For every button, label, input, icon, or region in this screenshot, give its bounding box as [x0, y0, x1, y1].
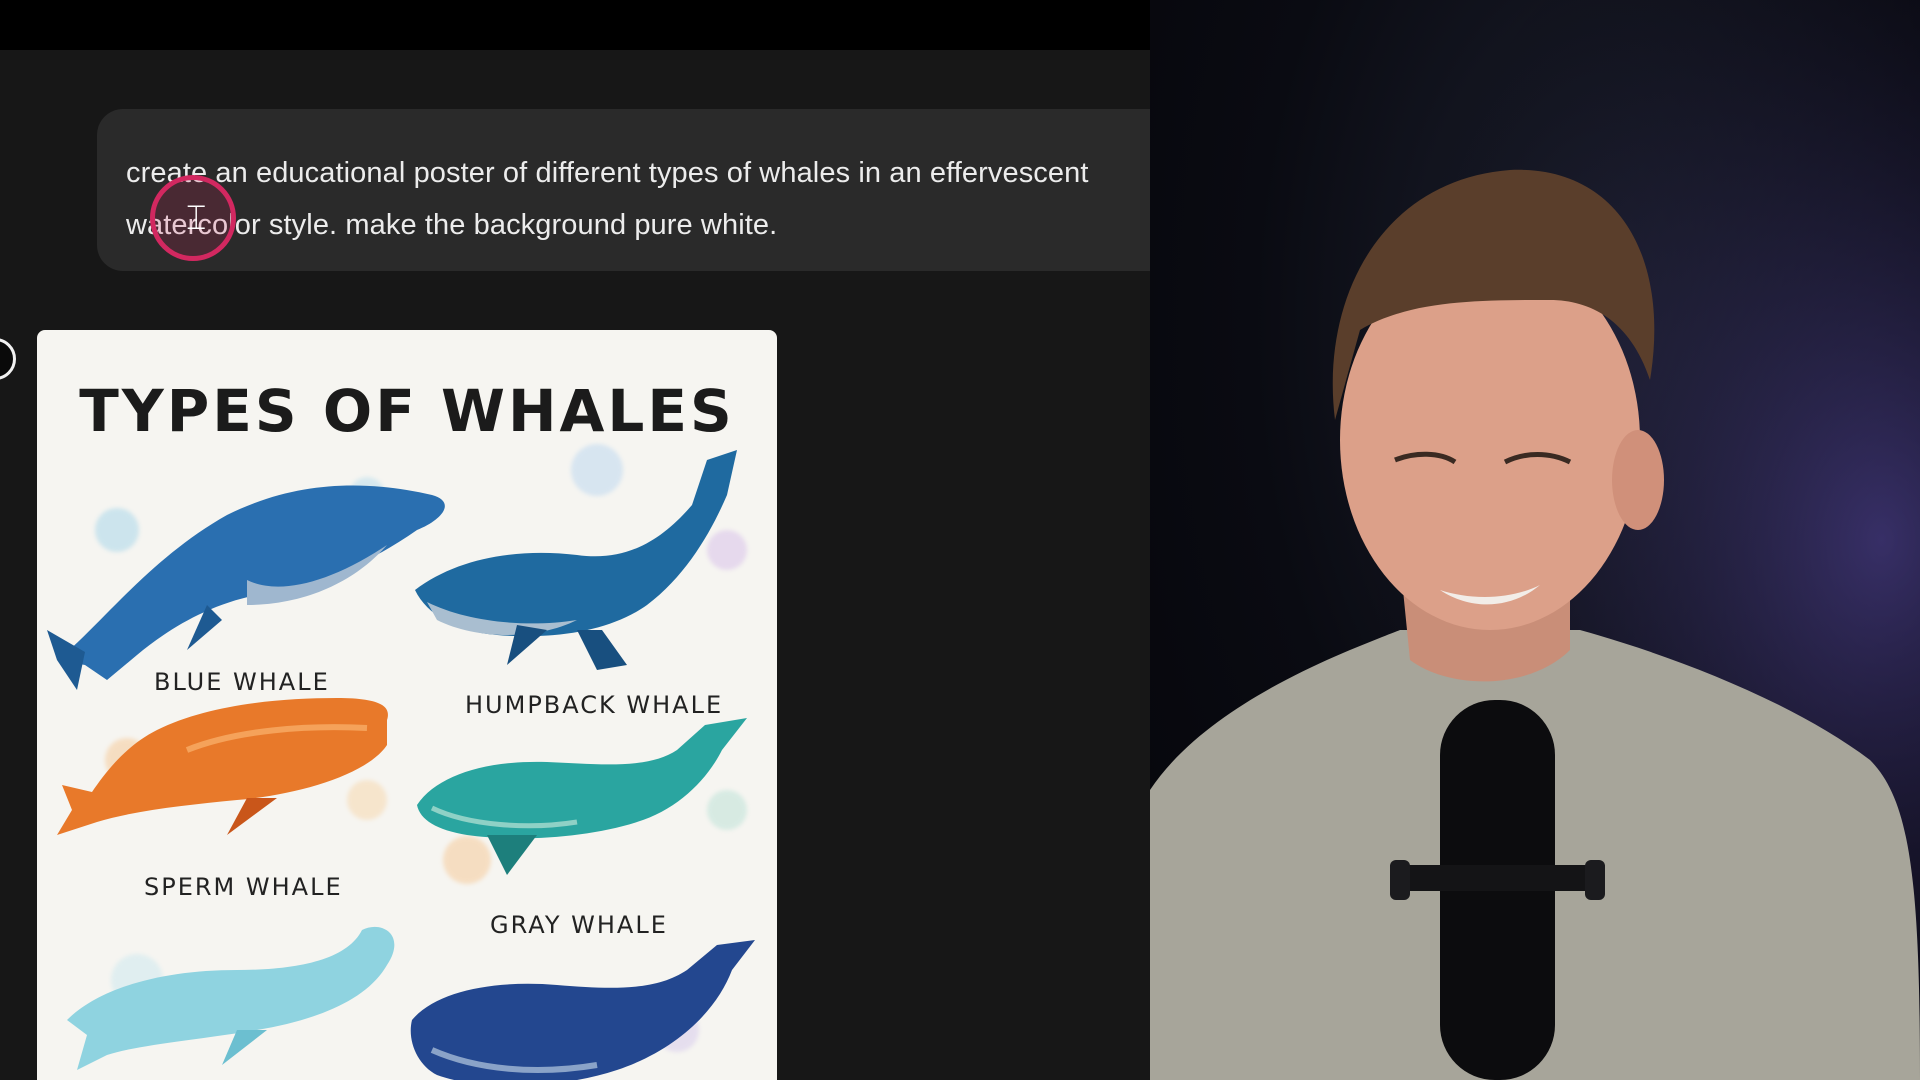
ear [1612, 430, 1664, 530]
text-cursor-icon: ⌶ [186, 199, 207, 237]
generated-poster-image[interactable]: TYPES OF WHALES BLUE WHALE HUMPBACK WHAL… [37, 330, 777, 1080]
chat-panel: create an educational poster of differen… [0, 0, 1150, 1080]
label-blue-whale: BLUE WHALE [154, 668, 330, 696]
presenter-figure [1150, 0, 1920, 1080]
label-humpback-whale: HUMPBACK WHALE [465, 691, 724, 719]
microphone-mount [1392, 865, 1602, 891]
top-bar [0, 0, 1150, 50]
label-sperm-whale: SPERM WHALE [144, 873, 343, 901]
user-prompt-text: create an educational poster of differen… [126, 157, 1089, 241]
poster-title: TYPES OF WHALES [79, 377, 735, 445]
beluga-whale-illustration [67, 926, 395, 1070]
dark-blue-whale-illustration [410, 940, 755, 1080]
scroll-edge-button[interactable] [0, 338, 16, 380]
webcam-feed [1150, 0, 1920, 1080]
user-prompt-bubble: create an educational poster of differen… [97, 109, 1150, 271]
label-gray-whale: GRAY WHALE [490, 911, 668, 939]
